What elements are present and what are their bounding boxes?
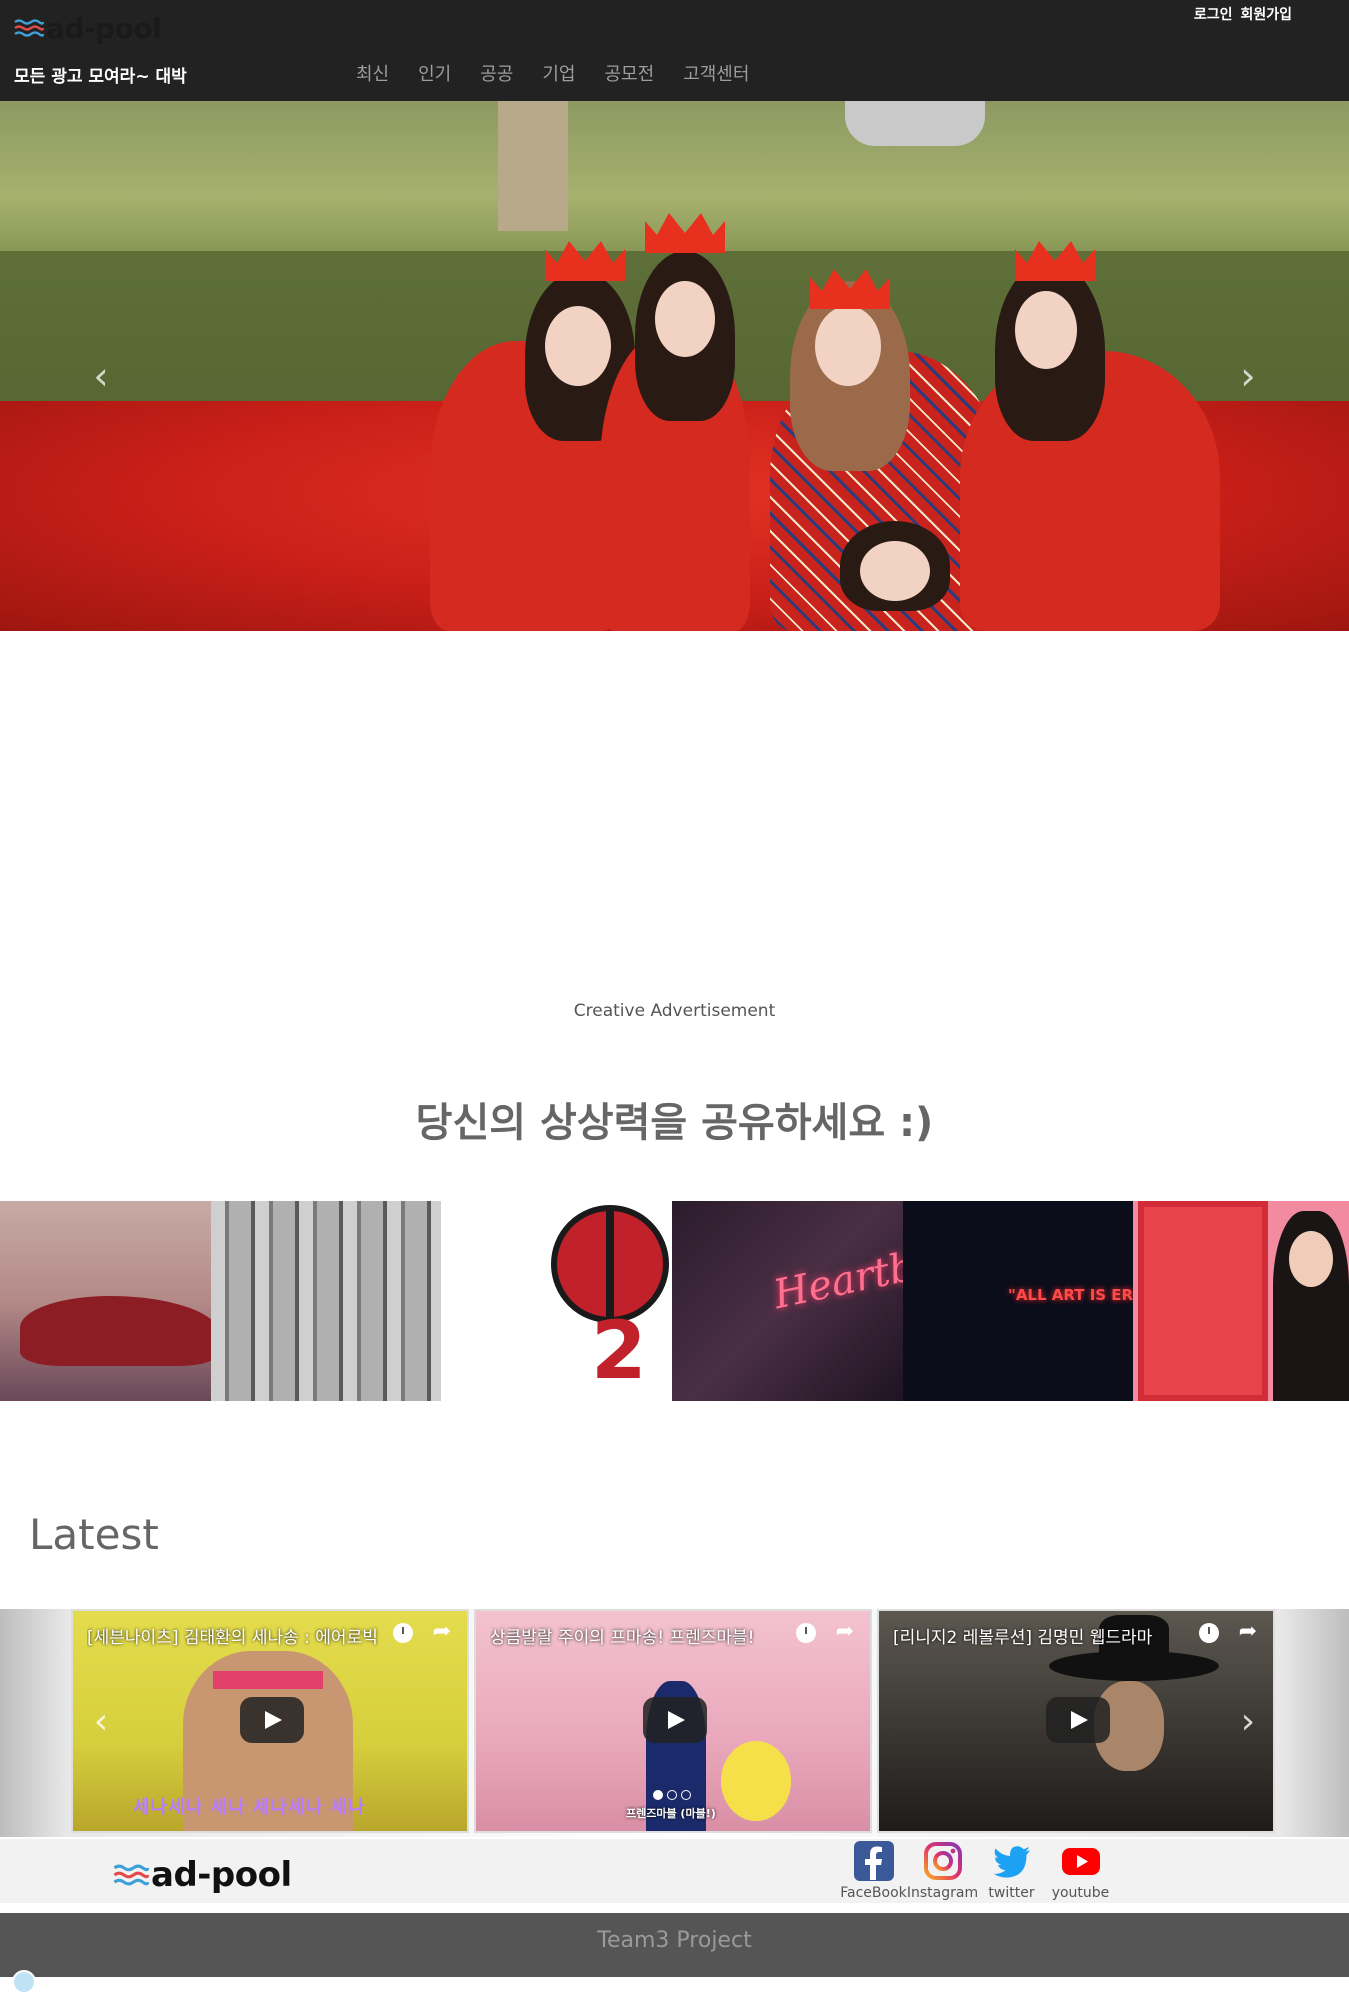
help-icon[interactable] [12, 1970, 36, 1994]
facebook-link[interactable]: FaceBook [836, 1839, 911, 1901]
site-logo[interactable]: ad-pool [14, 10, 162, 46]
site-tagline: 모든 광고 모여라~ 대박 [14, 67, 187, 87]
video-card[interactable]: 세나세나 세나 세나세나 세나 [세븐나이츠] 김태환의 세나송 : 에어로빅 … [71, 1609, 469, 1833]
video-caption: 프렌즈마블 (마블!) [626, 1807, 716, 1820]
nav-support[interactable]: 고객센터 [683, 60, 749, 86]
video-mascot [721, 1741, 791, 1821]
footer-bottom: Team3 Project [0, 1913, 1349, 1977]
play-icon[interactable] [240, 1697, 304, 1743]
hero-bucket [845, 101, 985, 146]
youtube-label: youtube [1051, 1885, 1110, 1901]
hero-face [655, 281, 715, 357]
facebook-label: FaceBook [840, 1885, 907, 1901]
logo-text: ad-pool [46, 11, 162, 45]
headband [213, 1671, 323, 1689]
gallery-thumb-city[interactable] [211, 1201, 441, 1401]
neon-text: Heartbrea [769, 1229, 903, 1319]
carousel-dot[interactable] [653, 1790, 663, 1800]
nav-public[interactable]: 공공 [480, 60, 513, 86]
gallery-strip: 2 Heartbrea "ALL ART IS EROT [0, 1201, 1349, 1401]
video-hat [1049, 1615, 1219, 1681]
video-title[interactable]: [리니지2 레볼루션] 김명민 웹드라마 [893, 1623, 1193, 1648]
latest-title: Latest [29, 1510, 159, 1559]
hero-face [860, 541, 930, 601]
nav-contest[interactable]: 공모전 [605, 60, 655, 86]
instagram-link[interactable]: Instagram [905, 1839, 980, 1901]
share-icon[interactable]: ➦ [433, 1619, 451, 1645]
footer: ad-pool FaceBook Instagram twitter youtu… [0, 1839, 1349, 1903]
door-figure [1273, 1211, 1349, 1401]
art-neon-text: "ALL ART IS EROT [1008, 1286, 1133, 1304]
instagram-icon [923, 1842, 962, 1880]
play-icon[interactable] [643, 1697, 707, 1743]
instagram-label: Instagram [906, 1885, 979, 1901]
nav-company[interactable]: 기업 [542, 60, 575, 86]
video-card[interactable]: [리니지2 레볼루션] 김명민 웹드라마 ➦ [877, 1609, 1275, 1833]
hero-face [815, 306, 881, 386]
gallery-thumb-neon[interactable]: Heartbrea [672, 1201, 903, 1401]
waves-logo-icon [14, 19, 44, 37]
next-arrow-icon[interactable]: › [1233, 356, 1263, 396]
gallery-thumb-art[interactable]: "ALL ART IS EROT [903, 1201, 1133, 1401]
youtube-link[interactable]: youtube [1043, 1839, 1118, 1901]
social-links: FaceBook Instagram twitter youtube [836, 1839, 1112, 1901]
nav-popular[interactable]: 인기 [418, 60, 451, 86]
facebook-icon [853, 1841, 894, 1881]
play-icon[interactable] [1046, 1697, 1110, 1743]
auth-links: 로그인 회원가입 [1194, 4, 1292, 24]
gallery-thumb-door[interactable] [1133, 1201, 1349, 1401]
carousel-dot[interactable] [681, 1790, 691, 1800]
hero-tree [498, 101, 568, 231]
main-nav: 최신 인기 공공 기업 공모전 고객센터 [356, 60, 778, 86]
video-title[interactable]: [세븐나이츠] 김태환의 세나송 : 에어로빅 [87, 1623, 387, 1648]
hero-carousel: ‹ › [0, 101, 1349, 631]
carousel-dot[interactable] [667, 1790, 677, 1800]
clock-icon[interactable] [393, 1623, 413, 1643]
footer-logo-text: ad-pool [151, 1855, 292, 1895]
prev-arrow-icon[interactable]: ‹ [86, 356, 116, 396]
next-arrow-icon[interactable]: › [1233, 1702, 1263, 1742]
video-title[interactable]: 상큼발랄 주이의 프마송! 프렌즈마블! [490, 1623, 790, 1648]
gallery-thumb-car[interactable] [0, 1201, 211, 1401]
share-icon[interactable]: ➦ [1239, 1619, 1257, 1645]
red-door [1138, 1201, 1268, 1401]
deadpool-number: 2 [591, 1304, 647, 1397]
youtube-icon [1061, 1848, 1100, 1875]
clock-icon[interactable] [1199, 1623, 1219, 1643]
hero-face [1015, 291, 1077, 369]
gallery-thumb-deadpool[interactable]: 2 [441, 1201, 672, 1401]
twitter-label: twitter [988, 1885, 1035, 1901]
waves-logo-icon [113, 1864, 149, 1886]
login-link[interactable]: 로그인 [1194, 4, 1233, 24]
latest-carousel: 세나세나 세나 세나세나 세나 [세븐나이츠] 김태환의 세나송 : 에어로빅 … [0, 1609, 1349, 1837]
signup-link[interactable]: 회원가입 [1240, 4, 1292, 24]
site-header: ad-pool 모든 광고 모여라~ 대박 로그인 회원가입 최신 인기 공공 … [0, 0, 1349, 101]
project-credit: Team3 Project [597, 1928, 752, 1953]
footer-logo[interactable]: ad-pool [113, 1855, 292, 1895]
creative-subtitle: Creative Advertisement [573, 1001, 776, 1021]
hero-crown [645, 213, 725, 253]
nav-latest[interactable]: 최신 [356, 60, 389, 86]
latest-indicators [653, 1790, 691, 1800]
car-body [20, 1296, 211, 1366]
twitter-icon [993, 1846, 1030, 1878]
prev-arrow-icon[interactable]: ‹ [86, 1702, 116, 1742]
hero-face [545, 306, 611, 386]
video-lyric: 세나세나 세나 세나세나 세나 [133, 1797, 366, 1818]
share-icon[interactable]: ➦ [836, 1619, 854, 1645]
clock-icon[interactable] [796, 1623, 816, 1643]
creative-title: 당신의 상상력을 공유하세요 :) [415, 1100, 934, 1146]
twitter-link[interactable]: twitter [974, 1839, 1049, 1901]
